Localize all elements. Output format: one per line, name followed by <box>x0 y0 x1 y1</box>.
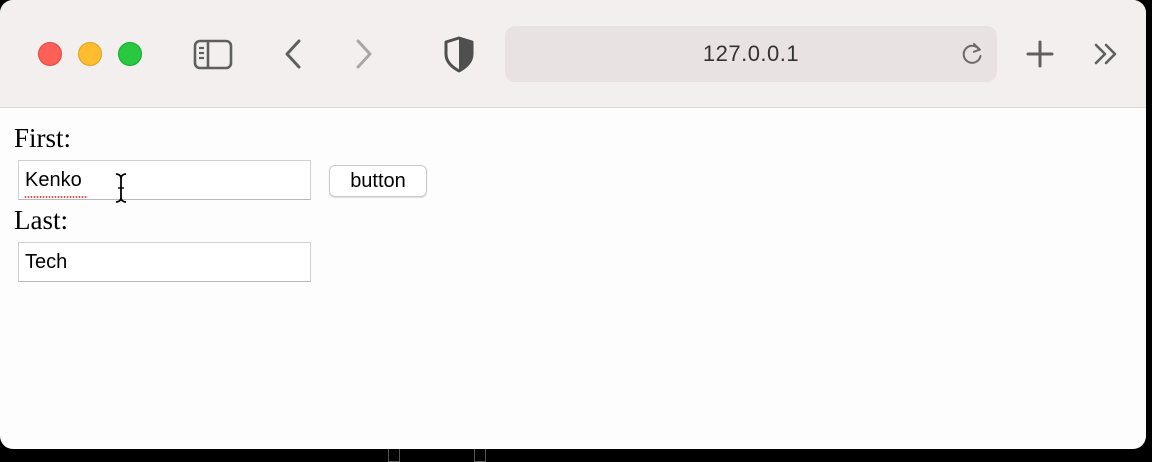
plus-icon[interactable] <box>1020 34 1060 74</box>
sidebar-icon[interactable] <box>193 34 233 74</box>
form-button[interactable]: button <box>329 165 427 197</box>
last-label: Last: <box>14 205 68 235</box>
reload-icon[interactable] <box>959 41 985 67</box>
minimize-window-button[interactable] <box>78 42 102 66</box>
background-fragment <box>388 449 400 462</box>
close-window-button[interactable] <box>38 42 62 66</box>
last-name-input[interactable] <box>18 242 311 282</box>
browser-window: 127.0.0.1 First: Kenko button Last: Tech <box>0 0 1146 449</box>
first-name-input[interactable] <box>18 160 311 200</box>
address-text[interactable]: 127.0.0.1 <box>505 26 997 82</box>
background-fragment <box>474 449 486 462</box>
text-cursor-icon <box>112 172 130 204</box>
chevron-left-icon[interactable] <box>274 34 314 74</box>
spellcheck-underline <box>24 196 88 198</box>
page-content: First: button Last: <box>0 108 1146 449</box>
double-chevron-right-icon[interactable] <box>1086 34 1126 74</box>
first-label: First: <box>14 123 72 153</box>
shield-icon[interactable] <box>439 34 479 74</box>
address-bar[interactable]: 127.0.0.1 <box>505 26 997 82</box>
browser-toolbar: 127.0.0.1 <box>0 0 1146 108</box>
chevron-right-icon[interactable] <box>344 34 384 74</box>
maximize-window-button[interactable] <box>118 42 142 66</box>
